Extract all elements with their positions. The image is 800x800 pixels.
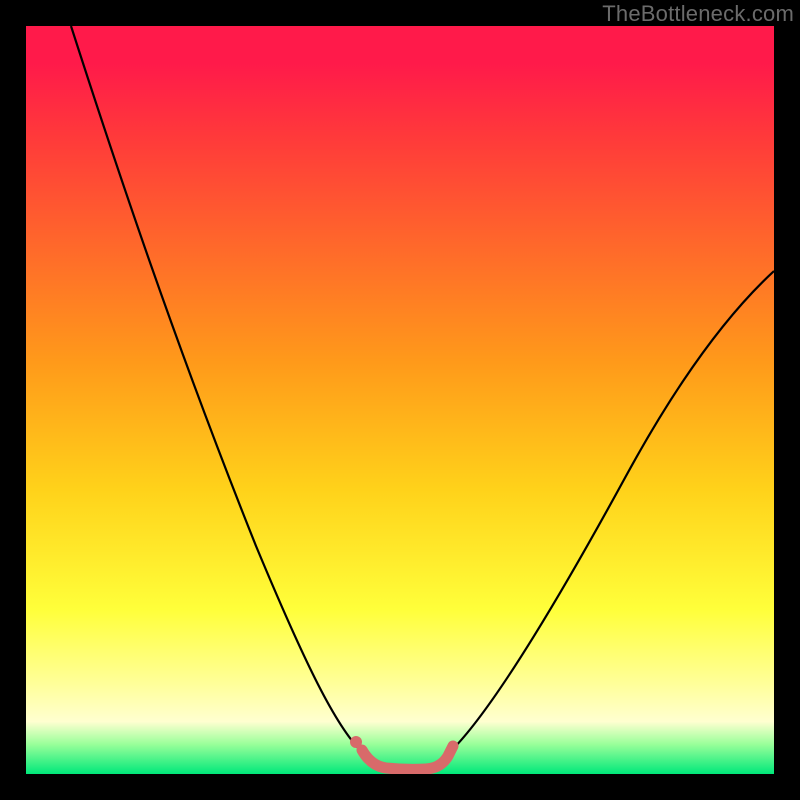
bottleneck-curve-left (71, 26, 361, 751)
bottleneck-curve-right (451, 271, 774, 751)
curve-layer (26, 26, 774, 774)
chart-area (26, 26, 774, 774)
marker-squiggle (362, 746, 453, 769)
marker-dot (350, 736, 362, 748)
watermark-text: TheBottleneck.com (602, 1, 794, 27)
